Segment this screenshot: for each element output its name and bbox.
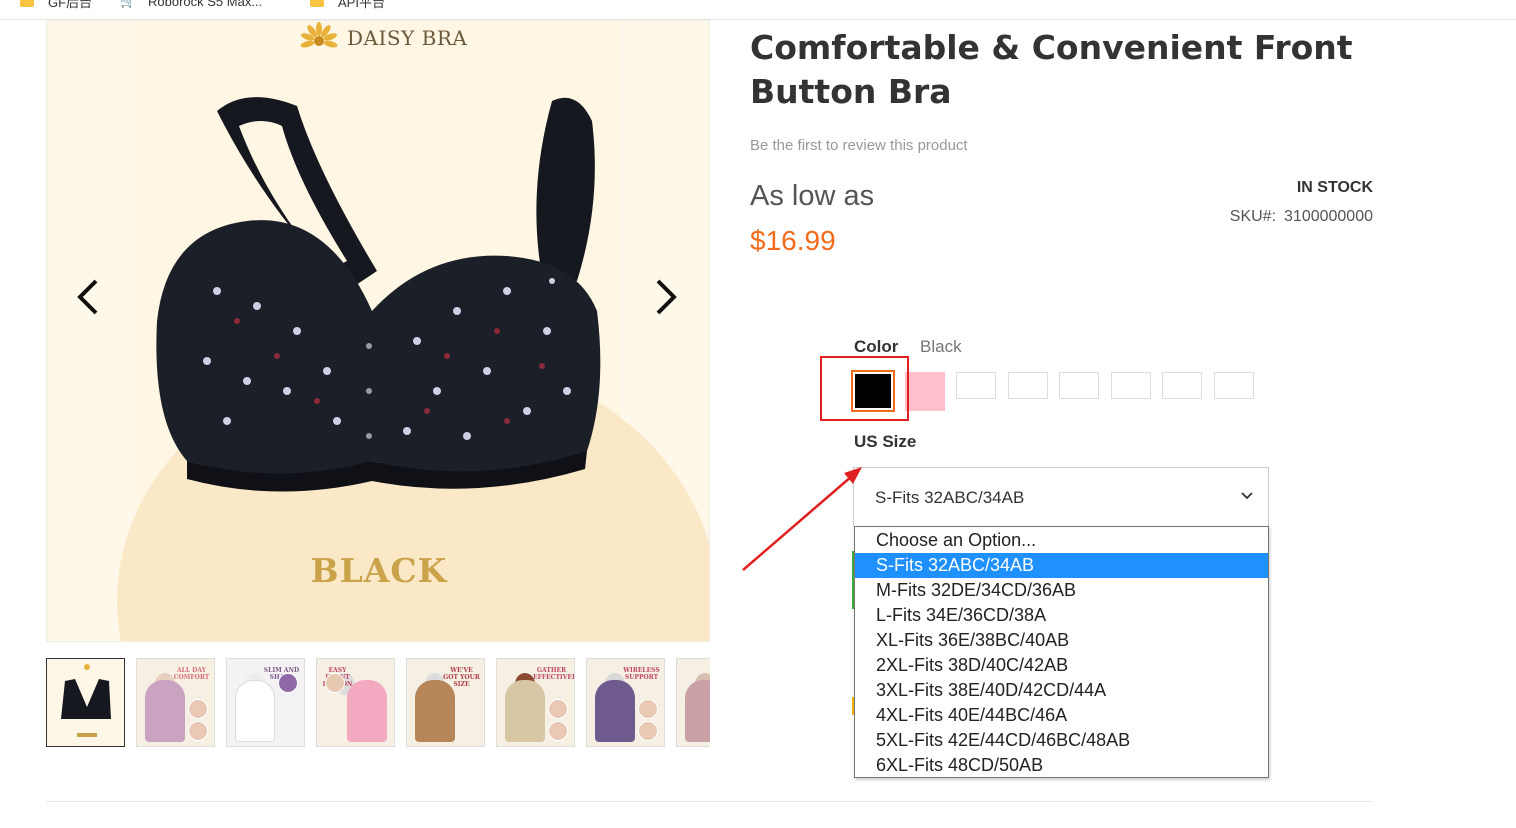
- image-color-caption: BLACK: [310, 551, 448, 590]
- thumbnail-banner: WIRELESS SUPPORT: [623, 667, 660, 681]
- product-title: Comfortable & Convenient Front Button Br…: [750, 28, 1353, 111]
- thumbnail-banner: GATHER EFFECTIVELY: [533, 667, 574, 681]
- sku-label: SKU#:: [1229, 208, 1277, 225]
- chevron-down-icon: [1241, 492, 1253, 500]
- thumbnail-strip: ALL DAY COMFORT SLIM AND SHAPE EASY FRON…: [46, 657, 710, 749]
- swatch[interactable]: [1162, 372, 1202, 399]
- swatch[interactable]: [1059, 372, 1099, 399]
- thumbnail-banner: WE'VE GOT YOUR SIZE: [443, 667, 480, 688]
- size-option[interactable]: S-Fits 32ABC/34AB: [855, 553, 1268, 578]
- size-select[interactable]: S-Fits 32ABC/34AB: [853, 467, 1269, 527]
- bra-product-image: [156, 97, 601, 492]
- brand-name: DAISY BRA: [347, 26, 468, 50]
- size-option[interactable]: 4XL-Fits 40E/44BC/46A: [855, 703, 1268, 728]
- swatch[interactable]: [1008, 372, 1048, 399]
- cart-icon: 🛒: [120, 0, 137, 8]
- chevron-left-icon: [77, 279, 98, 315]
- thumbnail[interactable]: WIRELESS SUPPORT: [586, 658, 665, 747]
- thumbnail[interactable]: [676, 658, 710, 747]
- as-low-as-label: As low as: [750, 180, 875, 212]
- size-option[interactable]: L-Fits 34E/36CD/38A: [855, 603, 1268, 628]
- brand-logo: DAISY BRA: [297, 21, 467, 55]
- sku-line: SKU#: 3100000000: [1160, 208, 1373, 226]
- daisy-flower-icon: [300, 22, 338, 48]
- bookmark-label: Roborock S5 Max...: [148, 0, 263, 9]
- size-option[interactable]: 2XL-Fits 38D/40C/42AB: [855, 653, 1268, 678]
- size-option[interactable]: 3XL-Fits 38E/40D/42CD/44A: [855, 678, 1268, 703]
- bookmark-item[interactable]: GF后台: [20, 0, 92, 11]
- sku-value: 3100000000: [1284, 208, 1373, 225]
- gallery-next-button[interactable]: [648, 272, 684, 322]
- product-price: $16.99: [750, 225, 836, 256]
- bookmark-item[interactable]: API平台: [310, 0, 385, 11]
- bookmark-item[interactable]: 🛒 Roborock S5 Max...: [120, 0, 262, 11]
- swatch-black[interactable]: [851, 370, 895, 412]
- bookmark-label: API平台: [338, 0, 385, 10]
- gallery-prev-button[interactable]: [70, 272, 106, 322]
- color-selected-value: Black: [920, 337, 962, 356]
- size-option[interactable]: M-Fits 32DE/34CD/36AB: [855, 578, 1268, 603]
- size-option[interactable]: XL-Fits 36E/38BC/40AB: [855, 628, 1268, 653]
- thumbnail-banner: ALL DAY COMFORT: [173, 667, 210, 681]
- thumbnail[interactable]: ALL DAY COMFORT: [136, 658, 215, 747]
- section-divider: [46, 801, 1372, 802]
- review-link[interactable]: Be the first to review this product: [750, 137, 968, 154]
- size-label: US Size: [854, 432, 917, 451]
- thumbnail-image: [61, 664, 111, 737]
- color-label: Color: [854, 337, 899, 356]
- size-option[interactable]: 6XL-Fits 48CD/50AB: [855, 753, 1268, 778]
- size-select-value: S-Fits 32ABC/34AB: [875, 488, 1025, 507]
- swatch[interactable]: [1111, 372, 1151, 399]
- thumbnail[interactable]: WE'VE GOT YOUR SIZE: [406, 658, 485, 747]
- product-main-image: DAISY BRA BLACK: [46, 20, 710, 642]
- size-option[interactable]: 5XL-Fits 42E/44CD/46BC/48AB: [855, 728, 1268, 753]
- stock-status: IN STOCK: [1296, 179, 1373, 196]
- bookmark-label: GF后台: [48, 0, 93, 10]
- chevron-right-icon: [656, 279, 677, 315]
- thumbnail[interactable]: [46, 658, 125, 747]
- thumbnail[interactable]: GATHER EFFECTIVELY: [496, 658, 575, 747]
- bookmarks-bar: GF后台 🛒 Roborock S5 Max... API平台: [0, 0, 1516, 20]
- folder-icon: [310, 0, 324, 7]
- thumbnail[interactable]: SLIM AND SHAPE: [226, 658, 305, 747]
- folder-icon: [20, 0, 34, 7]
- thumbnail[interactable]: EASY FRONT BUTTON: [316, 658, 395, 747]
- swatch[interactable]: [1214, 372, 1254, 399]
- swatch-pink[interactable]: [905, 372, 945, 411]
- swatch[interactable]: [956, 372, 996, 399]
- size-option[interactable]: Choose an Option...: [855, 528, 1268, 553]
- size-dropdown-list: Choose an Option... S-Fits 32ABC/34AB M-…: [854, 526, 1269, 778]
